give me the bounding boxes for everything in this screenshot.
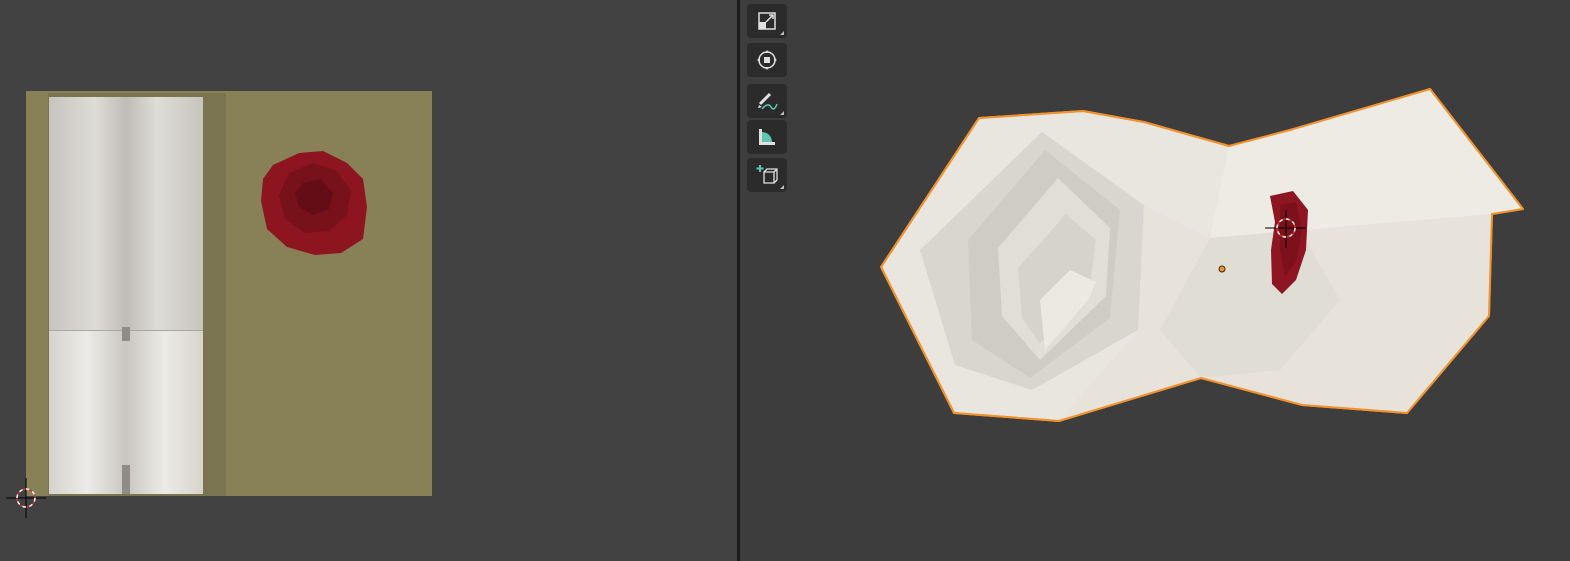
3d-viewport[interactable]: [740, 0, 1570, 561]
uv-island-strip[interactable]: [49, 97, 203, 494]
transform-tool-button[interactable]: [747, 43, 787, 77]
uv-editor[interactable]: [0, 0, 737, 561]
submenu-indicator: [780, 185, 784, 189]
uv-seam-mark: [122, 327, 130, 341]
annotate-tool-button[interactable]: [747, 84, 787, 118]
scale-tool-button[interactable]: [747, 4, 787, 38]
mesh-object[interactable]: [740, 0, 1570, 561]
annotate-pencil-icon: [758, 92, 778, 110]
add-cube-icon: [756, 165, 778, 184]
add-cube-tool-button[interactable]: [747, 158, 787, 192]
measure-tool-button[interactable]: [747, 120, 787, 154]
submenu-indicator: [780, 31, 784, 35]
uv-seam-mark: [122, 465, 130, 494]
scale-icon: [758, 12, 776, 30]
uv-island-upper: [49, 97, 203, 331]
measure-ruler-icon: [759, 129, 775, 145]
object-origin-point[interactable]: [1218, 265, 1226, 273]
uv-texture-image[interactable]: [26, 91, 432, 496]
transform-icon: [757, 50, 777, 70]
2d-cursor-icon[interactable]: [6, 478, 46, 518]
uv-island-blob[interactable]: [259, 149, 369, 257]
submenu-indicator: [780, 111, 784, 115]
